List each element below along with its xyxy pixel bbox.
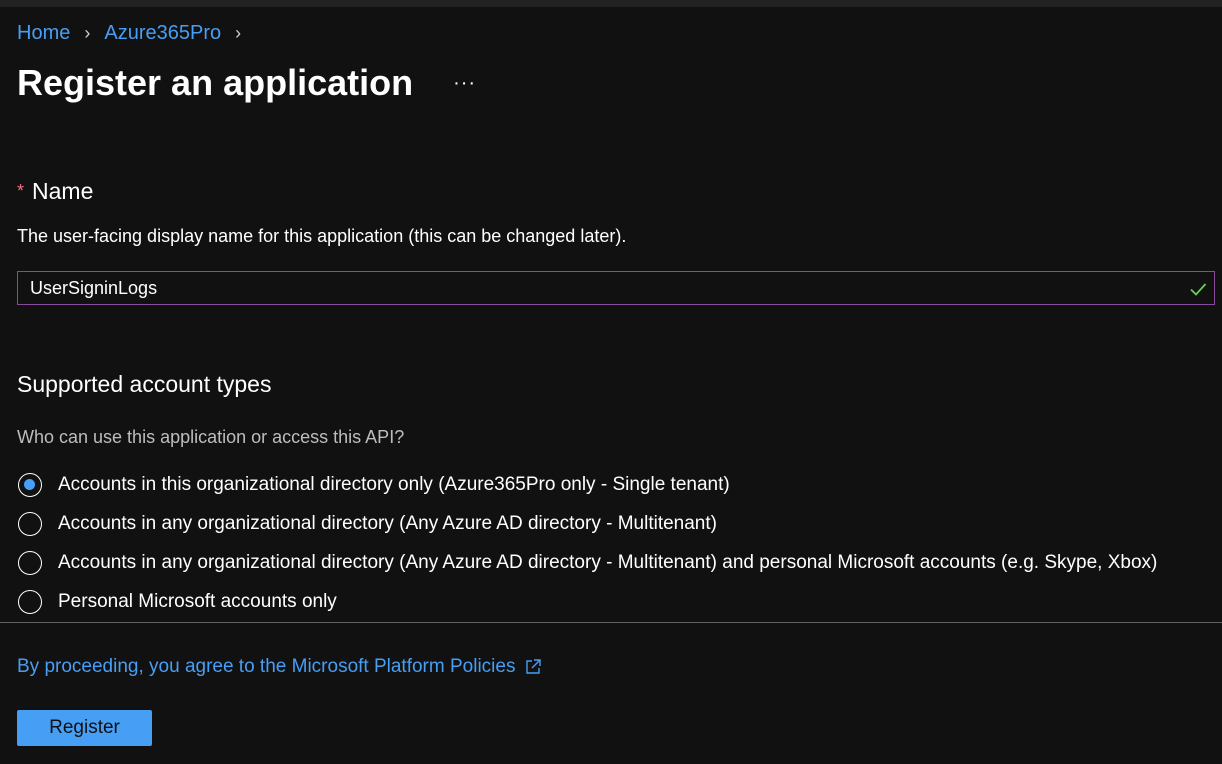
account-types-question: Who can use this application or access t…	[17, 427, 405, 447]
chevron-right-icon: ›	[84, 23, 91, 43]
radio-label: Accounts in any organizational directory…	[58, 551, 1158, 573]
more-options-button[interactable]: ···	[453, 72, 476, 95]
top-strip	[0, 0, 1222, 7]
platform-policies-link-text: By proceeding, you agree to the Microsof…	[17, 656, 516, 677]
account-types-title: Supported account types	[17, 371, 272, 397]
account-type-option-multitenant-personal[interactable]: Accounts in any organizational directory…	[18, 543, 1157, 582]
breadcrumb-tenant-link[interactable]: Azure365Pro	[104, 22, 221, 45]
account-type-radio-group: Accounts in this organizational director…	[18, 465, 1157, 621]
name-input-container	[17, 271, 1215, 305]
radio-button[interactable]	[18, 511, 42, 536]
account-type-option-personal-only[interactable]: Personal Microsoft accounts only	[18, 582, 1157, 621]
radio-button[interactable]	[18, 550, 42, 575]
divider	[0, 622, 1222, 623]
radio-label: Accounts in any organizational directory…	[58, 512, 717, 534]
radio-button-selected[interactable]	[18, 472, 42, 497]
account-type-option-single-tenant[interactable]: Accounts in this organizational director…	[18, 465, 1157, 504]
title-row: Register an application ···	[17, 62, 476, 104]
platform-policies-link[interactable]: By proceeding, you agree to the Microsof…	[17, 656, 543, 678]
account-type-option-multitenant[interactable]: Accounts in any organizational directory…	[18, 504, 1157, 543]
radio-label: Personal Microsoft accounts only	[58, 590, 337, 612]
register-button[interactable]: Register	[17, 710, 152, 746]
checkmark-icon	[1190, 283, 1207, 296]
breadcrumb: Home › Azure365Pro ›	[17, 22, 241, 45]
page-title: Register an application	[17, 62, 414, 103]
required-marker: *	[17, 181, 25, 201]
external-link-icon	[526, 659, 542, 674]
name-description: The user-facing display name for this ap…	[17, 226, 627, 246]
breadcrumb-home-link[interactable]: Home	[17, 22, 70, 45]
chevron-right-icon: ›	[235, 23, 242, 43]
name-label: * Name	[17, 178, 93, 205]
name-input[interactable]	[18, 272, 1214, 304]
name-label-text: Name	[32, 178, 94, 204]
radio-label: Accounts in this organizational director…	[58, 473, 730, 495]
radio-button[interactable]	[18, 589, 42, 614]
